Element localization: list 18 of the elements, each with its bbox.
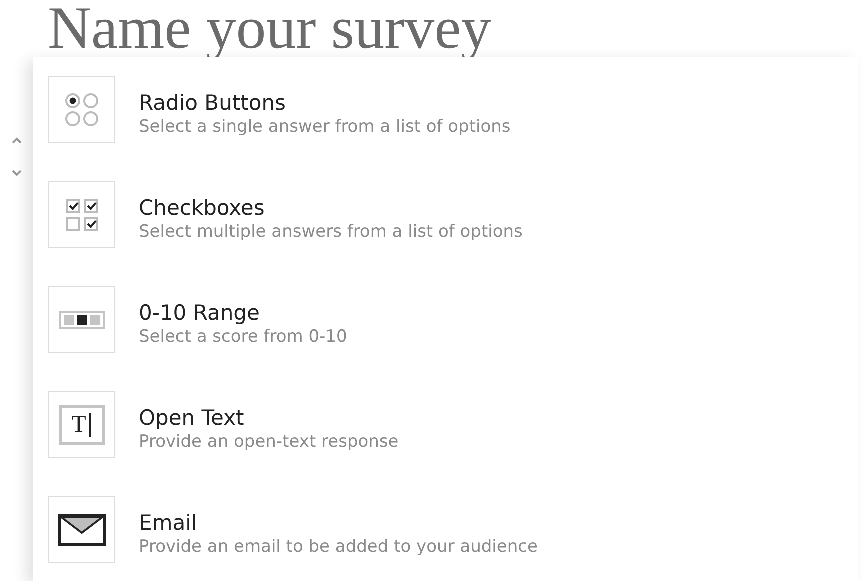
option-title[interactable]: Radio Buttons <box>139 90 511 116</box>
option-description: Provide an email to be added to your audience <box>139 536 538 558</box>
option-description: Provide an open-text response <box>139 431 399 453</box>
option-title[interactable]: 0-10 Range <box>139 300 348 326</box>
text-field-icon: T <box>48 391 115 458</box>
page-title: Name your survey <box>47 0 492 57</box>
option-description: Select a single answer from a list of options <box>139 116 511 138</box>
radio-buttons-icon <box>64 92 100 128</box>
option-title[interactable]: Open Text <box>139 405 399 431</box>
chevron-down-icon[interactable] <box>12 170 22 177</box>
option-title[interactable]: Email <box>139 510 538 536</box>
envelope-icon <box>58 514 106 546</box>
option-description: Select multiple answers from a list of options <box>139 221 523 243</box>
option-description: Select a score from 0-10 <box>139 326 348 348</box>
option-title[interactable]: Checkboxes <box>139 195 523 221</box>
chevron-up-icon[interactable] <box>12 137 22 144</box>
checkboxes-icon <box>64 196 100 232</box>
range-scale-icon <box>58 310 104 328</box>
